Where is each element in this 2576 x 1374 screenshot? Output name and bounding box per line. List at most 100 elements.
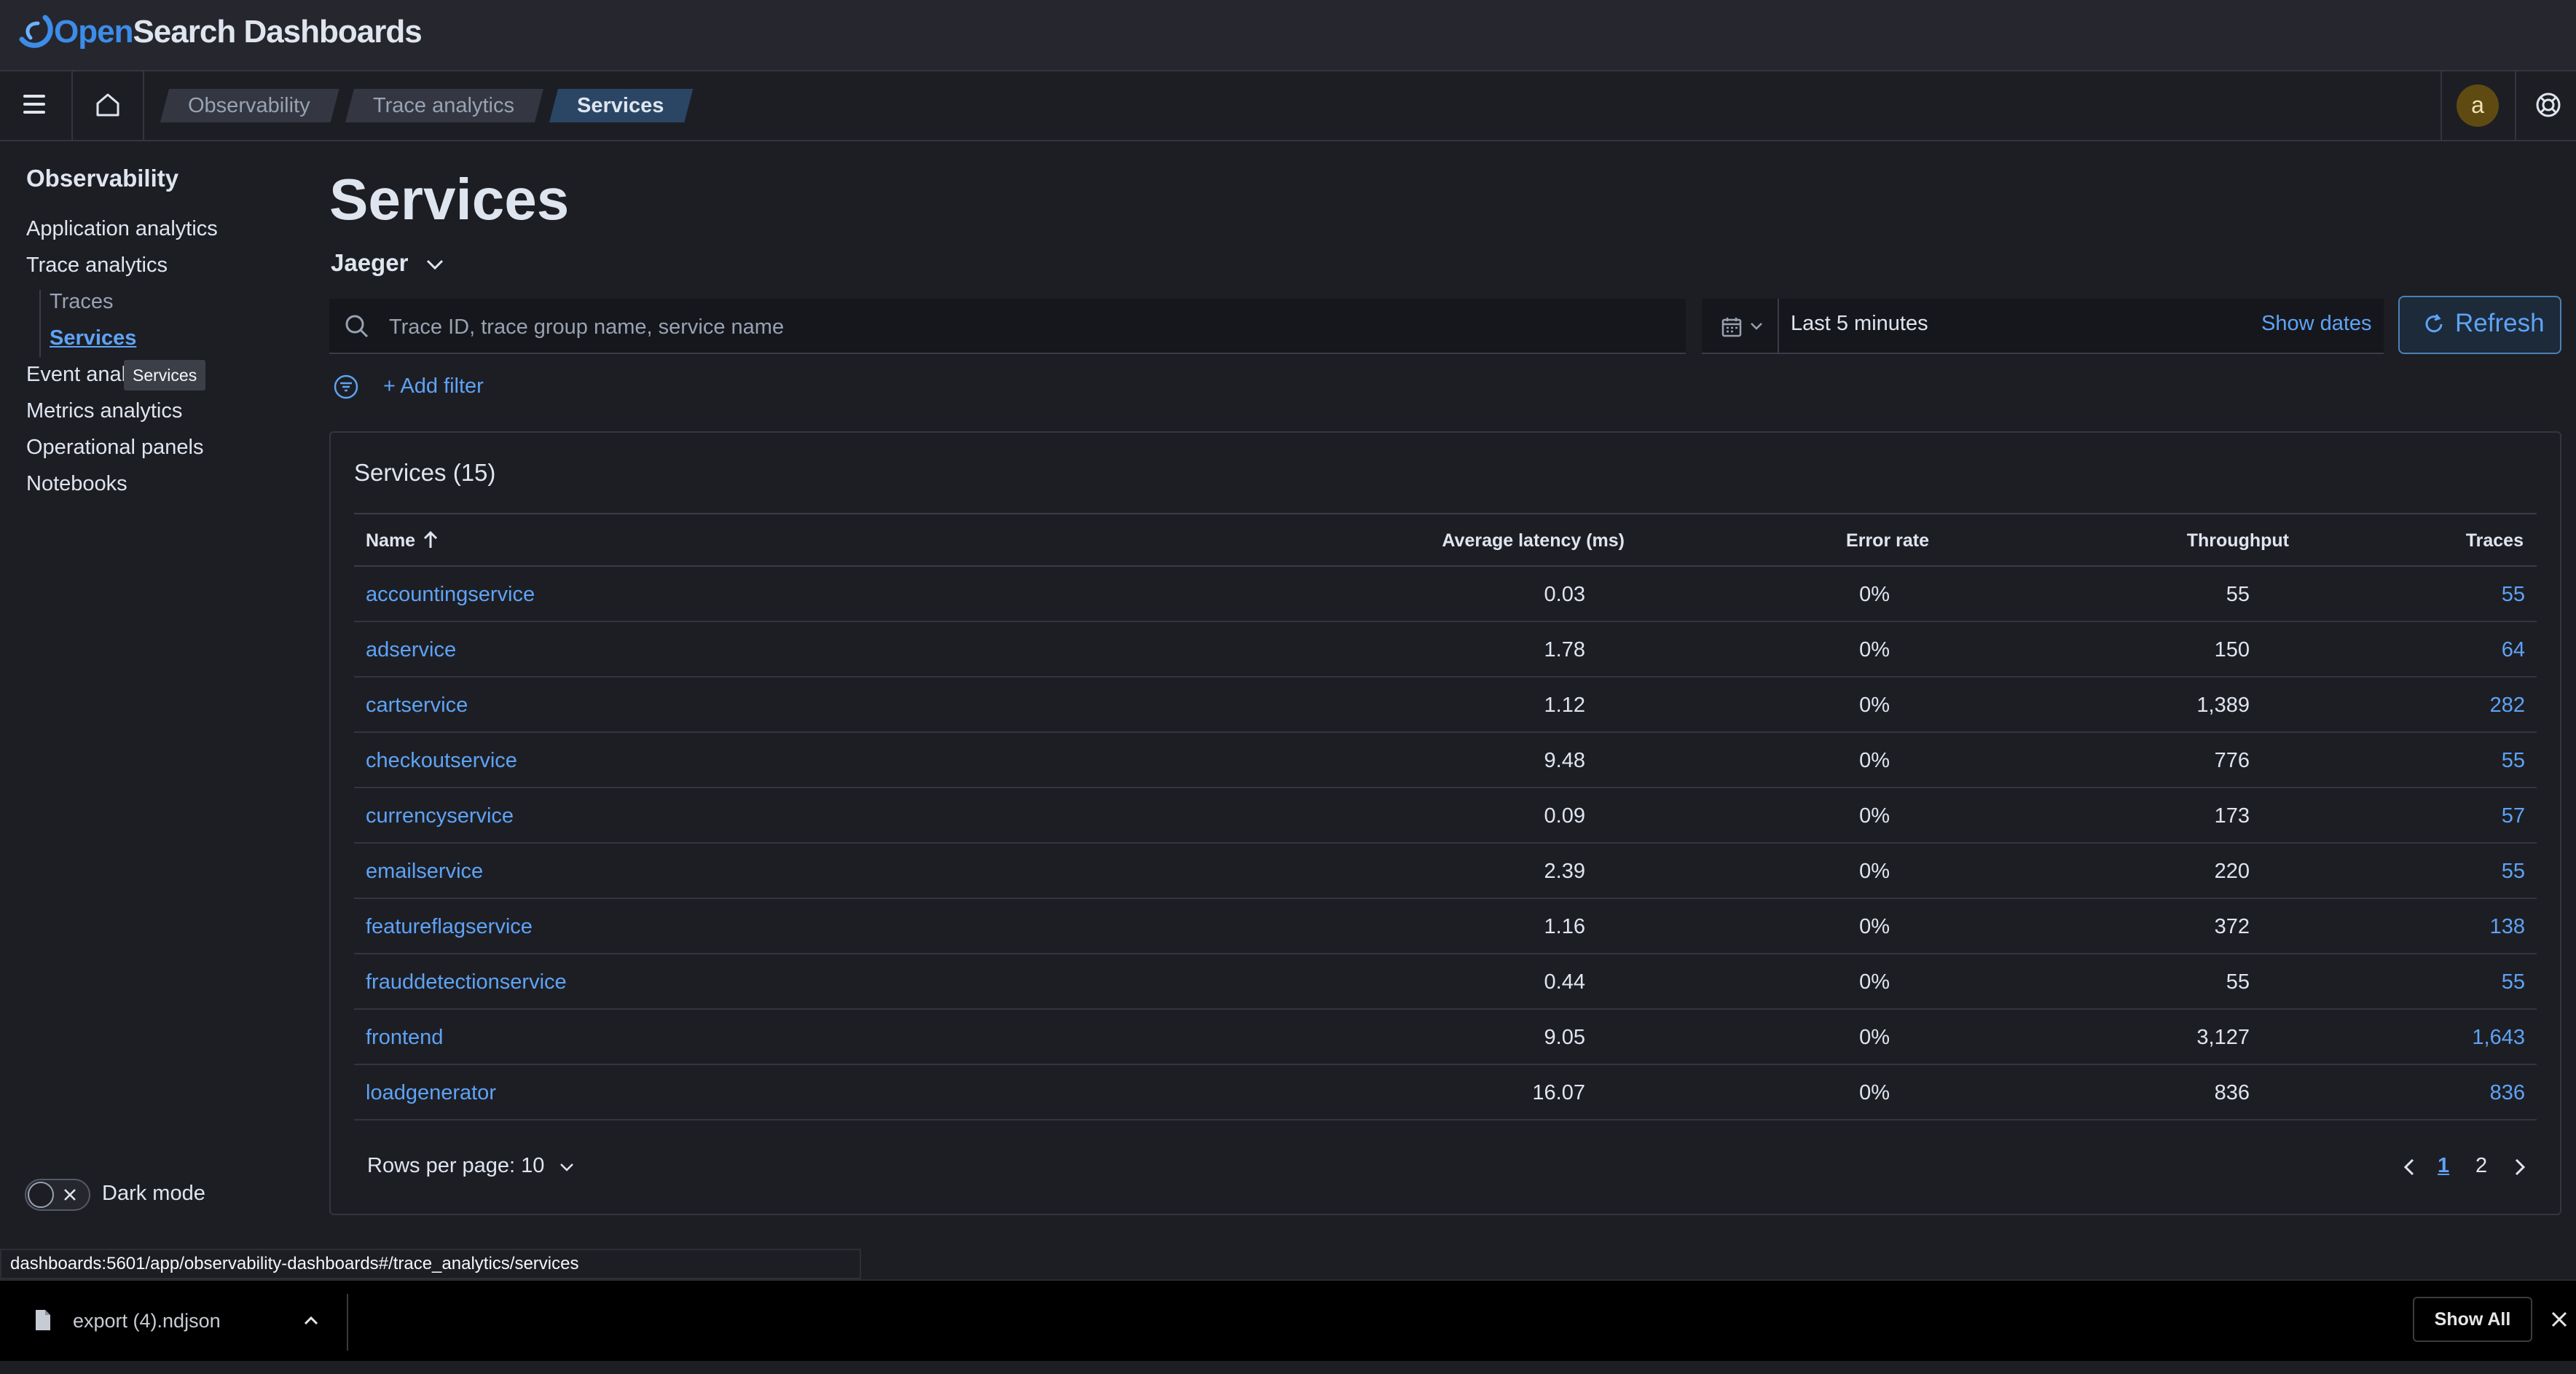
download-file-name[interactable]: export (4).ndjson [73, 1310, 221, 1332]
sidebar-item-services[interactable]: Services [50, 326, 136, 350]
switch-knob [28, 1182, 54, 1208]
next-page-icon[interactable] [2510, 1154, 2528, 1180]
previous-page-icon[interactable] [2401, 1154, 2419, 1180]
traces-link[interactable]: 1,643 [2472, 1024, 2525, 1051]
service-name-link[interactable]: frontend [366, 1024, 443, 1051]
divider [71, 71, 73, 140]
traces-link[interactable]: 64 [2502, 637, 2525, 663]
sidebar-item-trace-analytics[interactable]: Trace analytics [26, 254, 168, 278]
column-header-latency[interactable]: Average latency (ms) [1442, 530, 1625, 551]
opensearch-logo-icon[interactable] [16, 13, 54, 51]
service-name-link[interactable]: adservice [366, 637, 456, 663]
tooltip: Services [124, 360, 206, 390]
home-icon[interactable] [93, 87, 122, 122]
error-rate-cell: 0% [1859, 804, 1890, 828]
menu-icon [23, 95, 45, 98]
traces-link[interactable]: 55 [2502, 969, 2525, 995]
source-label: Jaeger [331, 249, 409, 276]
latency-cell: 16.07 [1532, 1081, 1585, 1104]
filter-icon[interactable] [332, 373, 360, 401]
sidebar-item-application-analytics[interactable]: Application analytics [26, 217, 218, 241]
error-rate-cell: 0% [1859, 970, 1890, 994]
show-dates-link[interactable]: Show dates [2261, 312, 2372, 336]
throughput-cell: 220 [2214, 860, 2250, 883]
breadcrumb-observability[interactable]: Observability [160, 89, 339, 122]
panel-title: Services (15) [354, 459, 495, 487]
service-name-link[interactable]: frauddetectionservice [366, 969, 567, 995]
error-rate-cell: 0% [1859, 583, 1890, 606]
show-all-button[interactable]: Show All [2413, 1297, 2532, 1342]
table-row: emailservice 2.39 0% 220 55 [354, 844, 2537, 899]
sidebar-item-notebooks[interactable]: Notebooks [26, 472, 127, 496]
traces-link[interactable]: 55 [2502, 858, 2525, 884]
service-name-link[interactable]: checkoutservice [366, 747, 517, 774]
service-name-link[interactable]: featureflagservice [366, 914, 533, 940]
date-range-text[interactable]: Last 5 minutes [1791, 312, 1928, 336]
file-icon [36, 1310, 50, 1330]
column-header-throughput[interactable]: Throughput [2187, 530, 2289, 551]
traces-link[interactable]: 282 [2490, 692, 2525, 718]
app-logo-text[interactable]: OpenSearch Dashboards [54, 12, 423, 52]
throughput-cell: 836 [2214, 1081, 2250, 1104]
divider [2515, 71, 2516, 140]
menu-icon-bar [23, 103, 45, 106]
services-count: (15) [452, 459, 496, 486]
traces-link[interactable]: 836 [2490, 1080, 2525, 1106]
dark-mode-switch[interactable] [25, 1179, 90, 1211]
throughput-cell: 55 [2226, 583, 2250, 606]
refresh-icon [2425, 314, 2443, 333]
traces-link[interactable]: 138 [2490, 914, 2525, 940]
error-rate-cell: 0% [1859, 638, 1890, 662]
menu-icon-bar [23, 111, 45, 114]
service-name-link[interactable]: accountingservice [366, 581, 535, 608]
sidebar-item-traces[interactable]: Traces [50, 290, 114, 314]
throughput-cell: 1,389 [2196, 694, 2250, 717]
sidebar-item-metrics-analytics[interactable]: Metrics analytics [26, 399, 182, 423]
error-rate-cell: 0% [1859, 860, 1890, 883]
calendar-icon [1721, 318, 1742, 337]
dark-mode-label: Dark mode [102, 1182, 205, 1205]
table-row: loadgenerator 16.07 0% 836 836 [354, 1065, 2537, 1120]
latency-cell: 1.12 [1544, 694, 1585, 717]
source-dropdown[interactable]: Jaeger [331, 249, 444, 277]
search-input[interactable] [388, 306, 1629, 348]
service-name-link[interactable]: emailservice [366, 858, 483, 884]
table-row: currencyservice 0.09 0% 173 57 [354, 788, 2537, 844]
add-filter-button[interactable]: + Add filter [383, 374, 484, 399]
latency-cell: 9.48 [1544, 749, 1585, 772]
logo-open-text: Open [54, 14, 133, 50]
traces-link[interactable]: 57 [2502, 803, 2525, 829]
help-icon[interactable] [2534, 90, 2563, 119]
traces-link[interactable]: 55 [2502, 581, 2525, 608]
column-header-name[interactable]: Name [366, 530, 415, 551]
rows-per-page-select[interactable]: Rows per page: 10 [367, 1154, 574, 1178]
sidebar-item-operational-panels[interactable]: Operational panels [26, 436, 203, 460]
traces-link[interactable]: 55 [2502, 747, 2525, 774]
column-header-error-rate[interactable]: Error rate [1846, 530, 1929, 551]
service-name-link[interactable]: currencyservice [366, 803, 514, 829]
service-name-link[interactable]: loadgenerator [366, 1080, 496, 1106]
table-row: frontend 9.05 0% 3,127 1,643 [354, 1010, 2537, 1065]
table-row: adservice 1.78 0% 150 64 [354, 622, 2537, 678]
status-url: dashboards:5601/app/observability-dashbo… [0, 1249, 861, 1279]
panel-title-text: Services [354, 459, 447, 486]
breadcrumb-trace-analytics[interactable]: Trace analytics [345, 89, 543, 122]
service-name-link[interactable]: cartservice [366, 692, 468, 718]
page-title: Services [329, 167, 570, 232]
page-1-button[interactable]: 1 [2438, 1154, 2449, 1178]
quick-select-button[interactable] [1712, 312, 1770, 341]
close-icon[interactable] [2548, 1308, 2570, 1330]
latency-cell: 1.16 [1544, 915, 1585, 938]
sort-ascending-icon[interactable] [421, 529, 440, 551]
menu-toggle-button[interactable] [20, 92, 55, 121]
chevron-up-icon[interactable] [302, 1311, 321, 1330]
table-row: cartservice 1.12 0% 1,389 282 [354, 678, 2537, 733]
column-header-traces[interactable]: Traces [2466, 530, 2524, 551]
page-2-button[interactable]: 2 [2475, 1154, 2487, 1178]
breadcrumb-services: Services [549, 89, 693, 122]
sidebar-item-event-analytics[interactable]: Event anal [26, 363, 126, 387]
table-row: checkoutservice 9.48 0% 776 55 [354, 733, 2537, 788]
divider [2440, 71, 2442, 140]
refresh-label: Refresh [2455, 309, 2545, 337]
user-avatar[interactable]: a [2457, 85, 2499, 127]
